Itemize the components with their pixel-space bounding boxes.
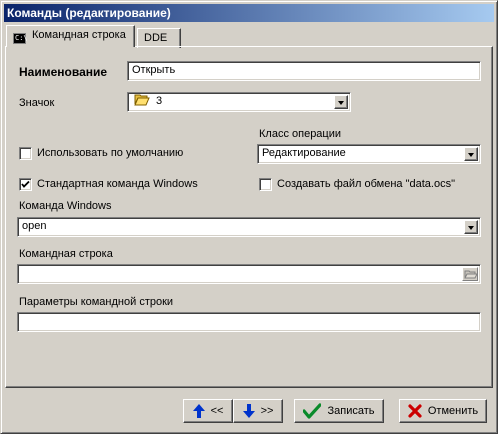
cross-red-icon — [408, 404, 422, 418]
tab-panel — [5, 46, 493, 388]
tab-command-line-label: Командная строка — [32, 29, 126, 41]
command-prompt-icon: C:\ — [13, 33, 28, 44]
checkmark-green-icon — [303, 403, 322, 419]
arrow-up-icon — [192, 404, 205, 418]
dialog-window: Команды (редактирование) C:\ Командная ст… — [0, 0, 498, 434]
next-label: >> — [260, 405, 274, 417]
tab-command-line[interactable]: C:\ Командная строка — [6, 25, 135, 47]
cancel-label: Отменить — [427, 405, 479, 417]
prev-button[interactable]: << — [183, 399, 233, 423]
arrow-down-icon — [242, 404, 255, 418]
cancel-button[interactable]: Отменить — [399, 399, 487, 423]
save-label: Записать — [327, 405, 375, 417]
next-button[interactable]: >> — [233, 399, 283, 423]
save-button[interactable]: Записать — [294, 399, 384, 423]
tab-dde-label: DDE — [144, 32, 168, 44]
prev-label: << — [210, 405, 224, 417]
window-title[interactable]: Команды (редактирование) — [4, 4, 494, 22]
tab-dde[interactable]: DDE — [137, 28, 181, 48]
